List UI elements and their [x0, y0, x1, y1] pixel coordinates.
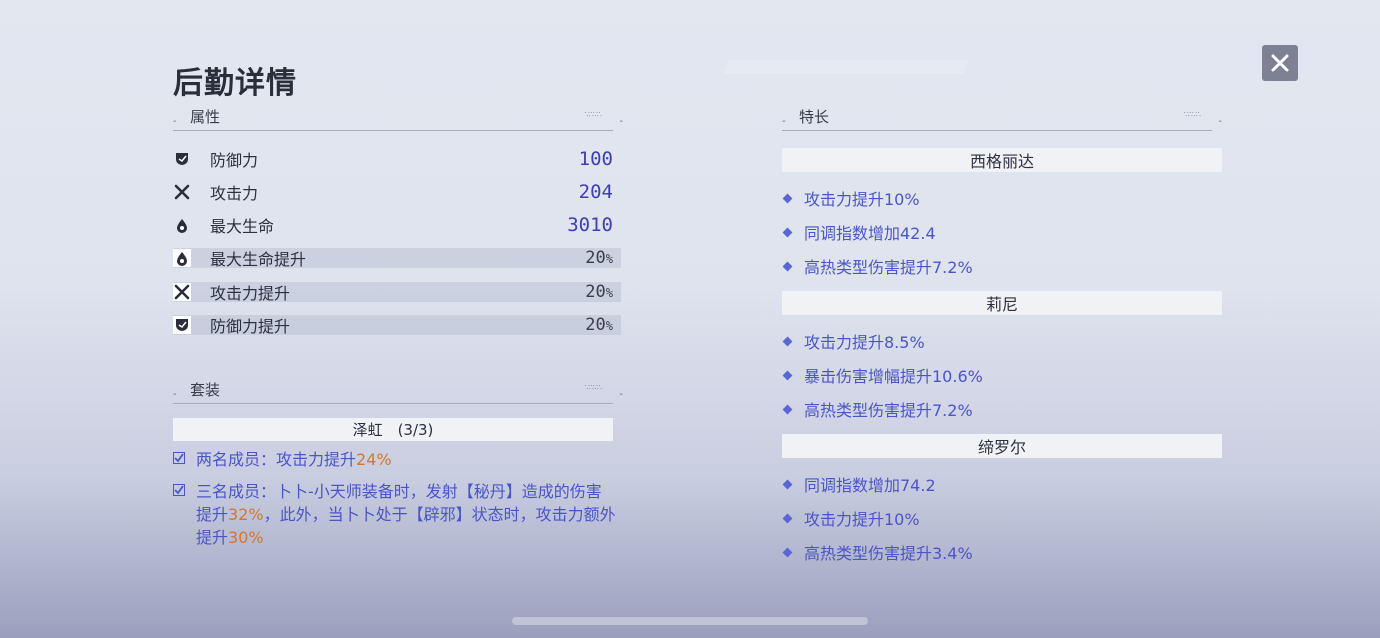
stat-row-defense-up: 防御力提升 20% [173, 315, 621, 336]
cross-blades-icon [173, 183, 191, 201]
set-header: - 套装 ∵∴∵∴ - [173, 381, 623, 404]
specialty-item: 同调指数增加74.2 [782, 473, 936, 495]
specialties-header: - 特长 ∵∴∵∴ - [782, 108, 1222, 131]
character-banner-diluoer: 缔罗尔 [782, 434, 1222, 458]
checkbox-icon [173, 484, 185, 496]
diamond-icon [782, 336, 793, 346]
shield-icon [173, 316, 191, 334]
diamond-icon [782, 404, 793, 414]
specialty-item: 同调指数增加42.4 [782, 221, 936, 243]
diamond-icon [782, 193, 793, 203]
specialty-item: 高热类型伤害提升3.4% [782, 541, 973, 563]
character-banner-sigrid: 西格丽达 [782, 148, 1222, 172]
stat-row-attack: 攻击力 204 [173, 181, 621, 203]
set-effect-3: 三名成员：卜卜-小天师装备时，发射【秘丹】造成的伤害提升32%，此外，当卜卜处于… [173, 480, 616, 550]
specialty-item: 攻击力提升10% [782, 187, 920, 209]
close-button[interactable] [1262, 45, 1298, 81]
stat-row-max-hp-up: 最大生命提升 20% [173, 248, 621, 269]
checkbox-icon [173, 452, 185, 464]
diamond-icon [782, 370, 793, 380]
drop-icon [173, 249, 191, 267]
attributes-header: - 属性 ∵∴∵∴ - [173, 108, 623, 131]
diamond-icon [782, 547, 793, 557]
character-banner-lini: 莉尼 [782, 291, 1222, 315]
set-name-banner: 泽虹 (3/3) [173, 418, 613, 441]
diamond-icon [782, 227, 793, 237]
stat-row-defense: 防御力 100 [173, 148, 621, 170]
diamond-icon [782, 513, 793, 523]
close-icon [1271, 54, 1289, 72]
background-bar [512, 617, 868, 625]
specialty-item: 高热类型伤害提升7.2% [782, 398, 973, 420]
diamond-icon [782, 479, 793, 489]
page-title: 后勤详情 [173, 66, 297, 101]
stat-row-attack-up: 攻击力提升 20% [173, 282, 621, 303]
shield-icon [173, 150, 191, 168]
specialty-item: 攻击力提升8.5% [782, 330, 925, 352]
specialty-item: 攻击力提升10% [782, 507, 920, 529]
drop-icon [173, 216, 191, 234]
cross-blades-icon [173, 283, 191, 301]
stat-row-max-hp: 最大生命 3010 [173, 214, 621, 236]
diamond-icon [782, 261, 793, 271]
specialty-item: 高热类型伤害提升7.2% [782, 255, 973, 277]
specialty-item: 暴击伤害增幅提升10.6% [782, 364, 983, 386]
set-effect-2: 两名成员：攻击力提升24% [173, 448, 613, 471]
